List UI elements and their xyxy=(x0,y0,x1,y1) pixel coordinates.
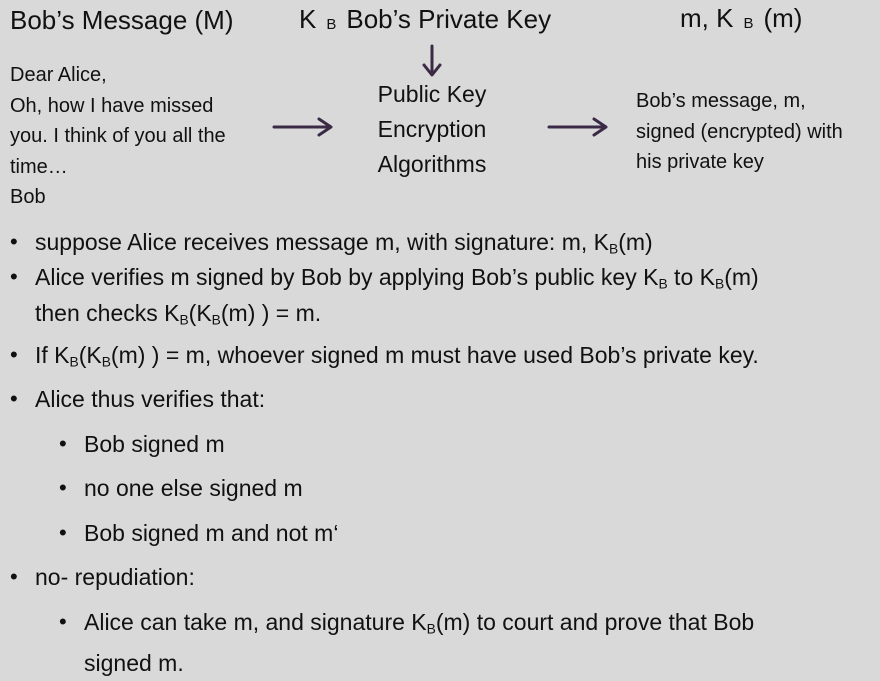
sub-bullet-bob-signed: Bob signed m xyxy=(59,426,225,462)
signed-result-text: Bob’s message, m, signed (encrypted) wit… xyxy=(636,86,843,178)
result-line: Bob’s message, m, xyxy=(636,90,806,112)
sub-bullet-no-one-else: no one else signed m xyxy=(59,470,303,506)
key-letter: K xyxy=(299,4,317,34)
sub-bullet-not-m-prime: Bob signed m and not m‘ xyxy=(59,515,338,551)
sub-bullet-court: Alice can take m, and signature KB(m) to… xyxy=(59,604,754,647)
bullet-if-signed: If KB(KB(m) ) = m, whoever signed m must… xyxy=(10,337,759,380)
letter-line: time… xyxy=(10,155,68,178)
result-line: his private key xyxy=(636,151,764,173)
message-letter: Dear Alice, Oh, how I have missed you. I… xyxy=(10,60,260,213)
bullet-non-repudiation: no- repudiation: xyxy=(10,559,195,595)
key-label: Bob’s Private Key xyxy=(346,4,552,34)
signed-prefix: m, K xyxy=(680,3,734,33)
letter-line: Oh, how I have missed xyxy=(10,94,214,117)
arrow-down-icon xyxy=(421,44,443,78)
message-title: Bob’s Message (M) xyxy=(10,5,234,35)
bullet-alice-verifies: Alice thus verifies that: xyxy=(10,381,265,417)
signed-message-title: m, K B (m) xyxy=(680,3,802,34)
signed-suffix: (m) xyxy=(763,3,803,33)
signed-subscript: B xyxy=(743,15,754,32)
letter-line: Dear Alice, xyxy=(10,64,107,86)
arrow-right-icon xyxy=(547,115,609,139)
algorithm-line: Algorithms xyxy=(377,151,487,177)
letter-line: you. I think of you all the xyxy=(10,125,226,147)
algorithm-line: Encryption xyxy=(377,116,487,142)
sub-bullet-court-continuation: signed m. xyxy=(84,650,184,676)
arrow-right-icon xyxy=(272,115,334,139)
letter-line: Bob xyxy=(10,186,46,208)
bullet-verify-continuation: then checks KB(KB(m) ) = m. xyxy=(35,300,322,328)
encryption-algorithm-box: Public Key Encryption Algorithms xyxy=(352,77,512,182)
algorithm-line: Public Key xyxy=(377,81,487,107)
key-subscript: B xyxy=(326,16,337,33)
result-line: signed (encrypted) with xyxy=(636,120,843,143)
private-key-title: K B Bob’s Private Key xyxy=(299,4,551,35)
